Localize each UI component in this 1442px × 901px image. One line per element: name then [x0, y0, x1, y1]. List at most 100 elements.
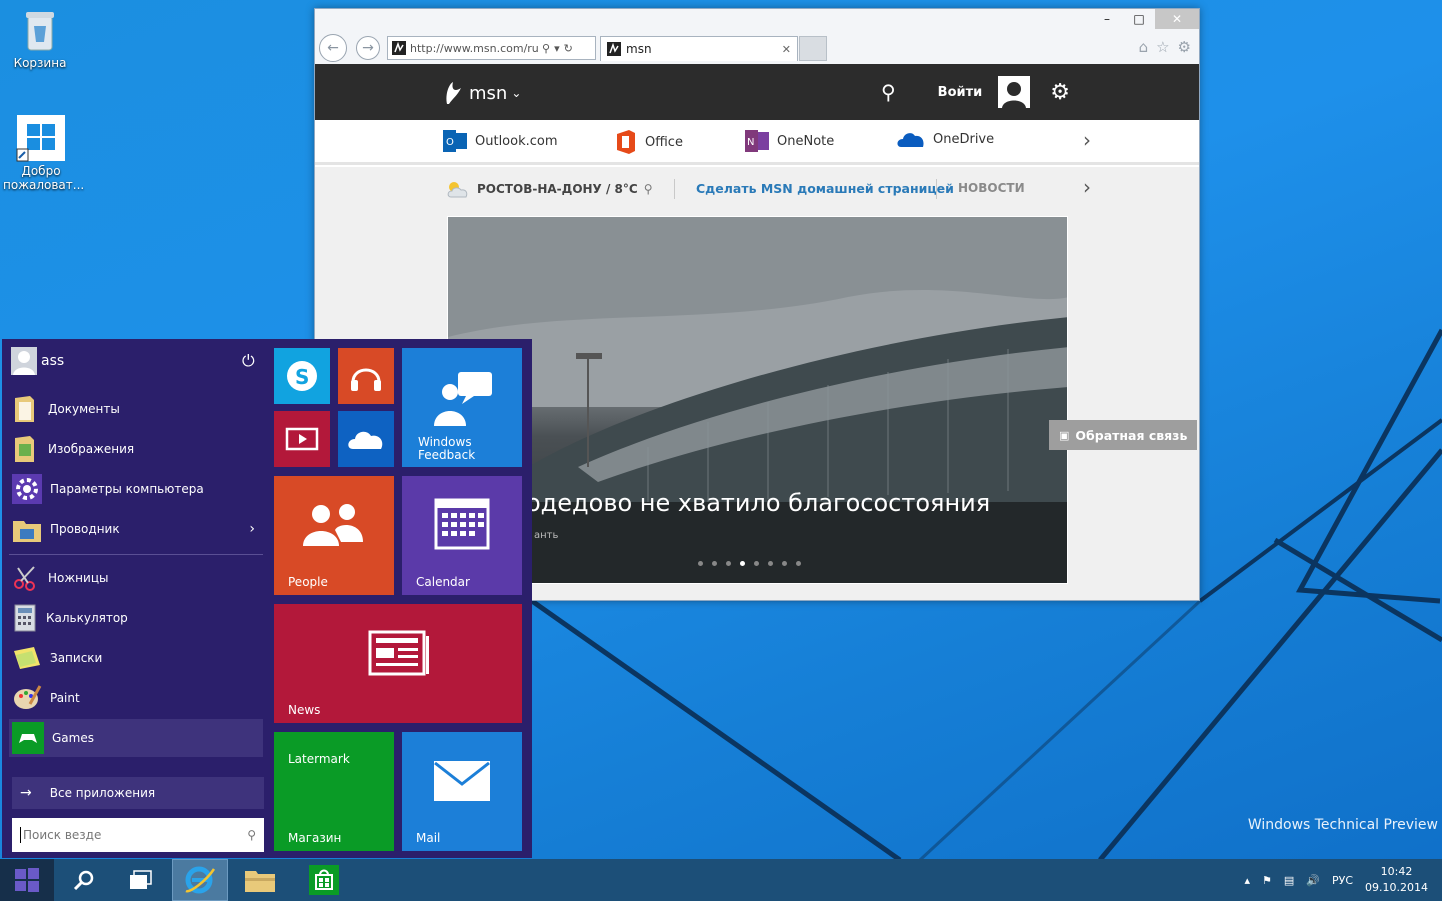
dropdown-icon[interactable]: ▾ [554, 42, 560, 55]
maximize-button[interactable]: □ [1123, 9, 1155, 29]
start-menu-list: ass ⏻ Документы Изображения Параметры ко… [2, 339, 270, 858]
all-apps-button[interactable]: → Все приложения [12, 777, 264, 809]
carousel-dot[interactable] [782, 561, 787, 566]
forward-button[interactable]: → [356, 36, 380, 60]
power-icon[interactable]: ⏻ [242, 351, 255, 371]
start-item-pictures[interactable]: Изображения [9, 430, 263, 468]
back-button[interactable]: ← [319, 34, 347, 62]
text-cursor [20, 827, 21, 843]
refresh-icon[interactable]: ↻ [564, 42, 573, 55]
settings-gear-icon[interactable]: ⚙ [1178, 38, 1191, 56]
carousel-dot[interactable] [726, 561, 731, 566]
carousel-dot[interactable] [754, 561, 759, 566]
app-office[interactable]: Office [615, 130, 683, 154]
carousel-dot[interactable] [712, 561, 717, 566]
minimize-button[interactable]: – [1091, 9, 1123, 29]
weather-text: РОСТОВ-НА-ДОНУ / 8°C [477, 182, 638, 196]
os-watermark: Windows Technical Preview [1247, 817, 1438, 833]
make-homepage-link[interactable]: Сделать MSN домашней страницей [696, 181, 954, 196]
address-bar[interactable]: http://www.msn.com/ru ⚲ ▾ ↻ [387, 36, 596, 60]
avatar[interactable] [998, 76, 1031, 108]
carousel-dot[interactable] [698, 561, 703, 566]
news-link[interactable]: НОВОСТИ [958, 181, 1025, 195]
start-item-calculator[interactable]: Калькулятор [9, 599, 263, 637]
start-item-label: Изображения [48, 442, 135, 456]
chevron-right-icon[interactable]: › [249, 521, 255, 537]
divider [9, 554, 263, 555]
chevron-right-icon[interactable]: › [1083, 128, 1091, 152]
task-view-button[interactable] [113, 859, 169, 901]
tile-news[interactable]: News [274, 604, 522, 723]
newspaper-icon [368, 630, 429, 676]
app-label: OneNote [777, 133, 835, 149]
taskbar-store-button[interactable] [296, 859, 352, 901]
app-outlook[interactable]: O Outlook.com [443, 130, 558, 152]
msn-logo[interactable]: msn ⌄ [443, 80, 521, 106]
signin-button[interactable]: Войти [938, 85, 983, 100]
calculator-icon [14, 604, 36, 632]
calendar-icon [434, 498, 490, 550]
tile-mail[interactable]: Mail [402, 732, 522, 851]
feedback-button[interactable]: ▣ Обратная связь [1049, 420, 1197, 450]
user-icon [1002, 82, 1027, 108]
start-item-explorer[interactable]: Проводник › [9, 510, 263, 548]
start-item-paint[interactable]: Paint [9, 679, 263, 717]
tile-calendar[interactable]: Calendar [402, 476, 522, 595]
user-account[interactable]: ass [11, 347, 64, 375]
weather-widget[interactable]: РОСТОВ-НА-ДОНУ / 8°C ⚲ [445, 179, 653, 199]
hero-carousel[interactable]: одедово не хватило благосостояния анть [447, 216, 1068, 584]
tile-video[interactable] [274, 411, 330, 467]
file-explorer-icon [13, 521, 41, 542]
desktop-icon-welcome[interactable]: Добро пожаловат... [3, 114, 84, 192]
store-bag-icon [309, 865, 339, 895]
start-button[interactable] [0, 859, 54, 901]
search-icon[interactable]: ⚲ [542, 42, 550, 55]
start-item-label: Записки [50, 651, 103, 665]
new-tab-button[interactable] [799, 36, 827, 61]
taskbar-explorer-button[interactable] [232, 859, 288, 901]
tile-onedrive[interactable] [338, 411, 394, 467]
carousel-dot[interactable] [796, 561, 801, 566]
app-onedrive[interactable]: OneDrive [897, 130, 994, 148]
favorites-star-icon[interactable]: ☆ [1156, 38, 1169, 56]
tab-close-icon[interactable]: ✕ [782, 43, 791, 56]
start-item-documents[interactable]: Документы [9, 390, 263, 428]
carousel-dot[interactable] [768, 561, 773, 566]
tile-skype[interactable]: S [274, 348, 330, 404]
search-icon[interactable]: ⚲ [247, 828, 256, 842]
msn-logo-text: msn [469, 82, 508, 104]
network-icon[interactable]: ▤ [1284, 874, 1294, 887]
tile-music[interactable] [338, 348, 394, 404]
hero-headline[interactable]: одедово не хватило благосостояния [526, 489, 990, 517]
app-onenote[interactable]: N OneNote [745, 130, 834, 152]
tile-store[interactable]: Latermark Магазин [274, 732, 394, 851]
desktop-icon-recycle-bin[interactable]: Корзина [2, 6, 78, 70]
start-item-games[interactable]: Games [9, 719, 263, 757]
chevron-down-icon: ⌄ [511, 86, 522, 100]
chevron-right-icon[interactable]: › [1083, 175, 1091, 199]
flag-icon[interactable]: ⚑ [1262, 874, 1272, 887]
start-search-input[interactable]: Поиск везде ⚲ [12, 818, 264, 852]
chevron-up-icon[interactable]: ▴ [1244, 874, 1250, 887]
tile-label: People [288, 575, 328, 589]
tile-windows-feedback[interactable]: Windows Feedback [402, 348, 522, 467]
search-icon[interactable]: ⚲ [881, 80, 896, 104]
carousel-dots [698, 561, 801, 566]
tile-people[interactable]: People [274, 476, 394, 595]
volume-icon[interactable]: 🔊 [1306, 874, 1320, 887]
start-item-sticky-notes[interactable]: Записки [9, 639, 263, 677]
store-promo-text: Latermark [288, 752, 350, 766]
home-icon[interactable]: ⌂ [1139, 38, 1149, 56]
start-item-snipping[interactable]: Ножницы [9, 559, 263, 597]
system-tray: ▴ ⚑ ▤ 🔊 РУС 10:42 09.10.2014 [1244, 859, 1442, 901]
taskbar-search-button[interactable] [56, 859, 112, 901]
browser-tools: ⌂ ☆ ⚙ [1139, 38, 1191, 56]
carousel-dot-active[interactable] [740, 561, 745, 566]
language-indicator[interactable]: РУС [1332, 874, 1353, 887]
gear-icon[interactable]: ⚙ [1050, 80, 1070, 105]
close-button[interactable]: ✕ [1155, 9, 1199, 29]
browser-tab[interactable]: msn ✕ [600, 36, 798, 61]
taskbar-ie-button[interactable] [172, 859, 228, 901]
start-item-pc-settings[interactable]: Параметры компьютера [9, 470, 263, 508]
clock[interactable]: 10:42 09.10.2014 [1365, 864, 1428, 896]
